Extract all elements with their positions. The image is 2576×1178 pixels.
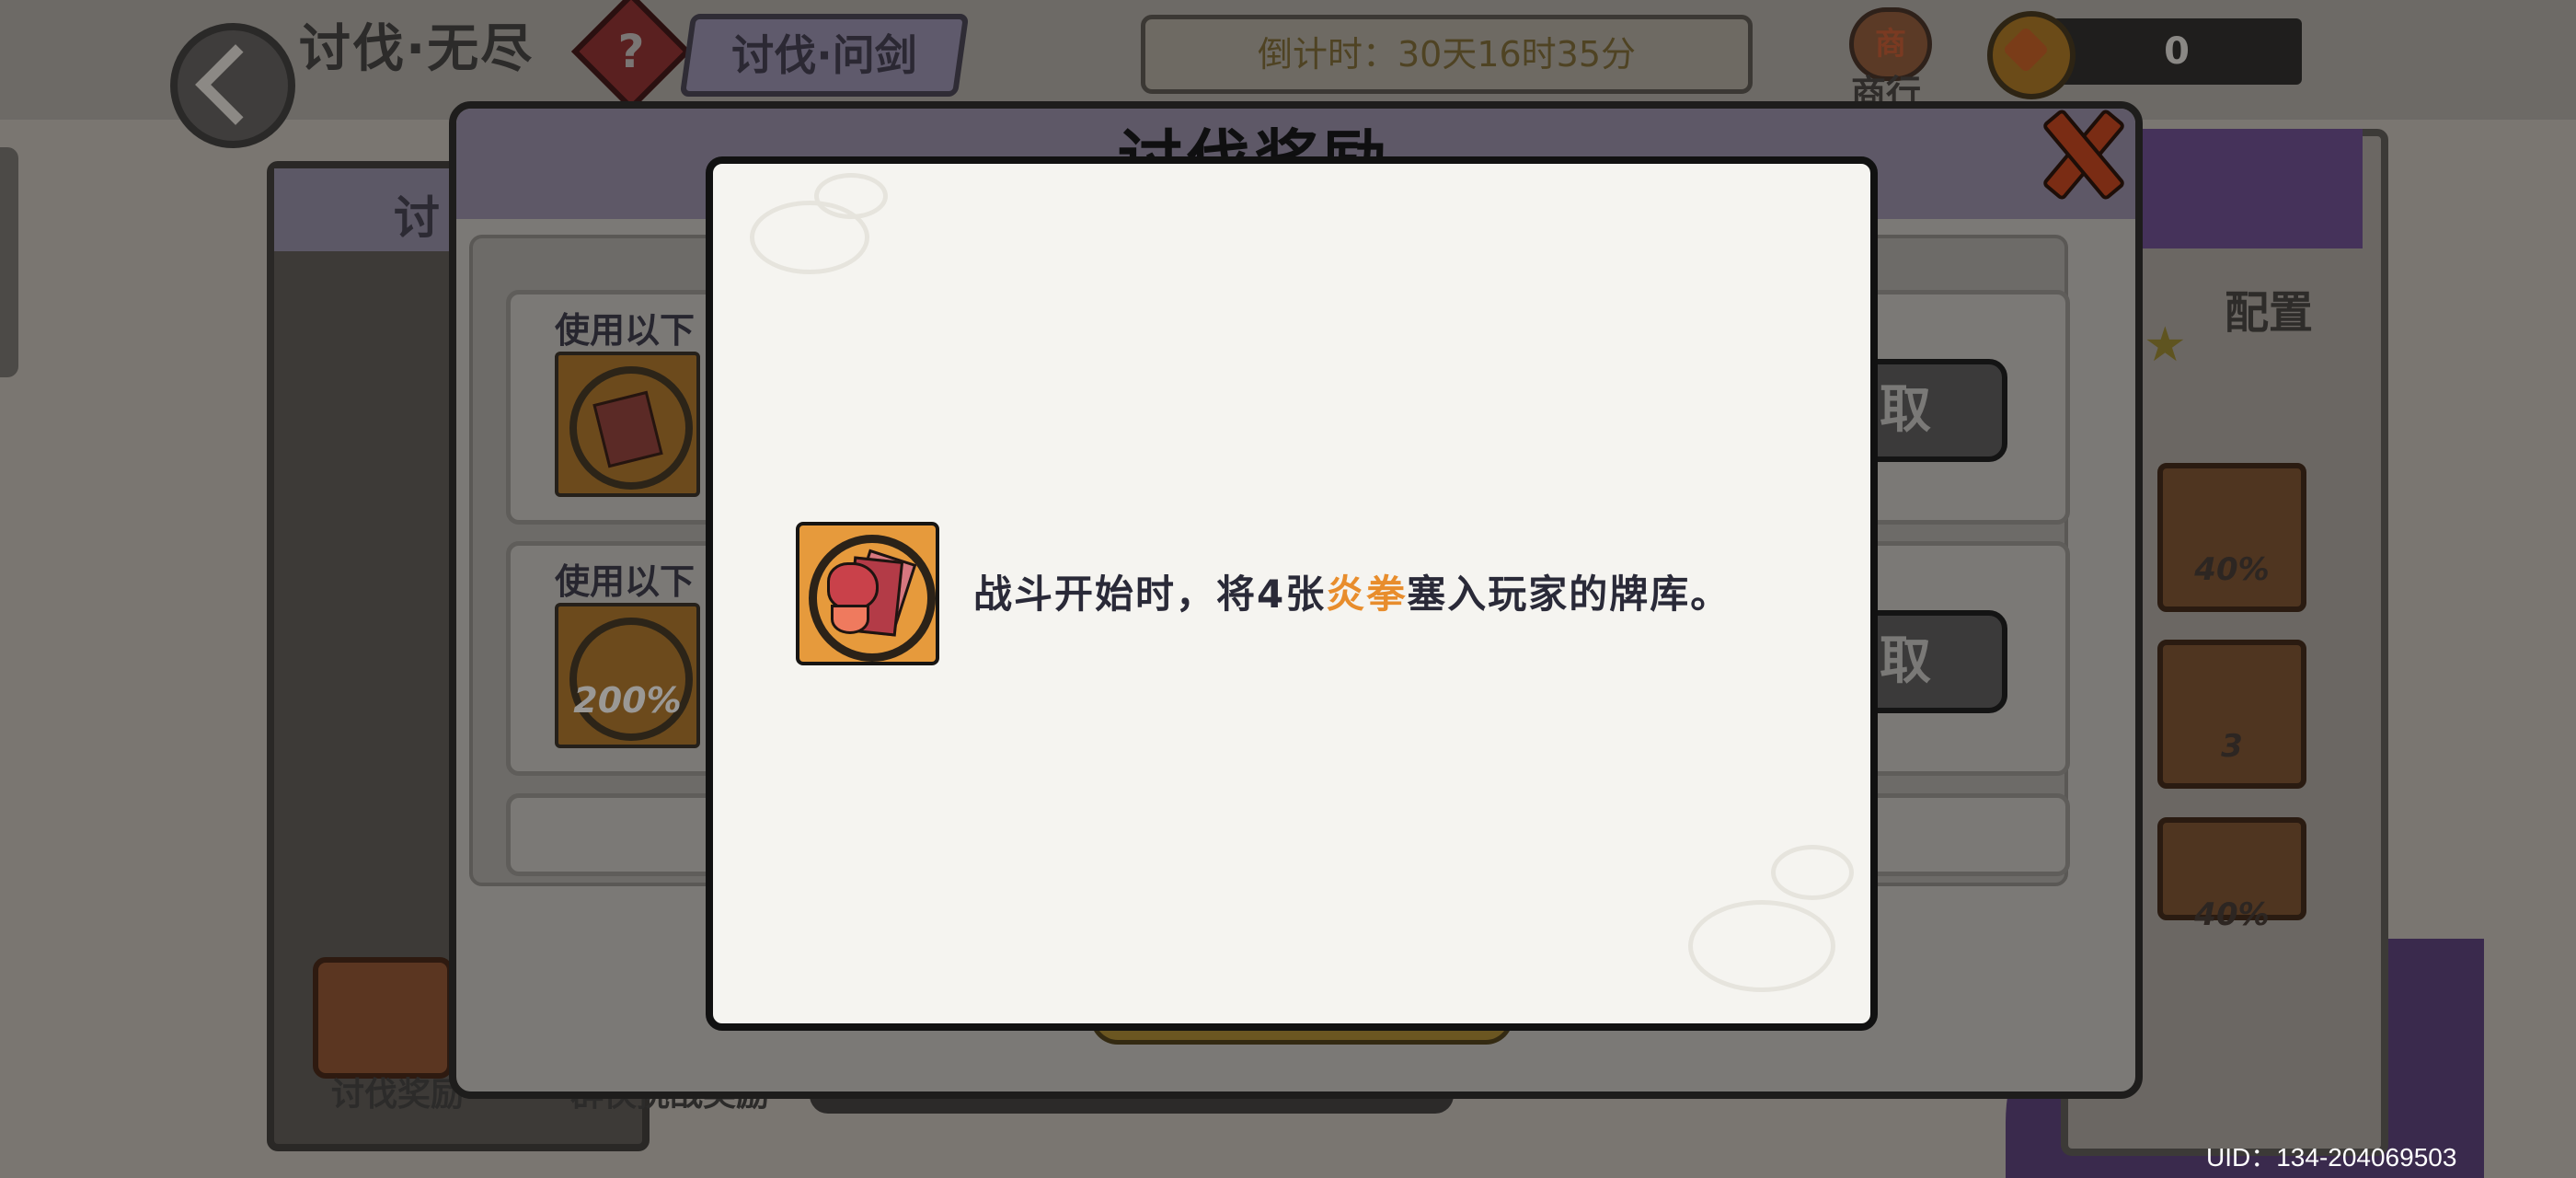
countdown-text: 倒计时：30天16时35分 xyxy=(1257,34,1637,75)
relic-icon-2-label: 40% xyxy=(2194,896,2270,933)
back-arrow-icon xyxy=(195,44,276,125)
help-glyph: ? xyxy=(617,25,645,78)
star-icon: ★ xyxy=(2144,318,2187,373)
shop-button[interactable]: 商 商行 xyxy=(1831,7,1941,113)
uid-label: UID：134-204069503 xyxy=(2206,1143,2457,1172)
damage-boost-icon[interactable]: 200% xyxy=(555,603,700,748)
config-button[interactable]: 配置 xyxy=(2225,291,2326,335)
left-panel-tab: 讨 xyxy=(394,191,440,245)
mode-title: 讨伐·无尽 xyxy=(299,19,535,79)
tab-wenjian[interactable]: 讨伐·问剑 xyxy=(679,14,970,97)
left-edge-tab[interactable] xyxy=(0,147,18,377)
currency-amount: 0 xyxy=(2164,30,2190,73)
tooltip-description: 战斗开始时，将4张炎拳塞入玩家的牌库。 xyxy=(973,563,1731,619)
cloud-decoration xyxy=(1688,900,1835,992)
card-icon[interactable]: 3 xyxy=(2157,640,2306,789)
currency-bar: 0 xyxy=(2052,18,2302,85)
flame-fist-card-icon xyxy=(796,522,939,665)
reward-row-caption: 使用以下 xyxy=(555,310,696,351)
cloud-decoration xyxy=(1771,845,1854,900)
relic-icon-label: 40% xyxy=(2194,551,2270,588)
treasure-chest-icon[interactable] xyxy=(313,957,453,1079)
reward-row-caption: 使用以下 xyxy=(555,561,696,602)
tab-wenjian-label: 讨伐·问剑 xyxy=(731,30,917,80)
coin-icon xyxy=(1987,11,2076,99)
back-button[interactable] xyxy=(170,23,295,148)
relic-icon-2[interactable]: 40% xyxy=(2157,817,2306,933)
card-icon-label: 3 xyxy=(2221,728,2243,765)
tooltip-text-before: 战斗开始时，将4张 xyxy=(973,572,1327,617)
flame-fist-icon[interactable] xyxy=(555,352,700,497)
relic-icon[interactable]: 40% xyxy=(2157,463,2306,612)
countdown-timer: 倒计时：30天16时35分 xyxy=(1141,15,1753,94)
tooltip-highlight: 炎拳 xyxy=(1326,572,1408,617)
tooltip-text-after: 塞入玩家的牌库。 xyxy=(1407,572,1731,617)
reward-row-icon-label: 200% xyxy=(573,680,682,721)
tab-crusade-rewards[interactable]: 讨伐奖励 xyxy=(331,1068,464,1115)
close-button[interactable] xyxy=(2035,107,2127,202)
cloud-decoration xyxy=(814,173,888,219)
